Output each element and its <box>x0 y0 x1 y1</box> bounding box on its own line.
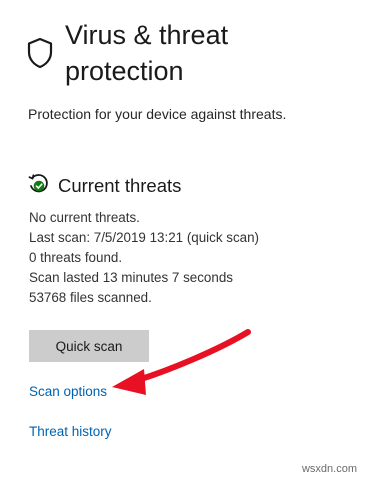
status-line-files-scanned: 53768 files scanned. <box>29 290 152 305</box>
status-line-scan-duration: Scan lasted 13 minutes 7 seconds <box>29 270 233 285</box>
status-line-last-scan: Last scan: 7/5/2019 13:21 (quick scan) <box>29 230 260 245</box>
status-line-threats-found: 0 threats found. <box>29 250 123 265</box>
page-subtitle: Protection for your device against threa… <box>28 106 287 122</box>
red-arrow-annotation <box>112 329 251 395</box>
threat-history-link[interactable]: Threat history <box>29 423 112 441</box>
scan-status: No current threats. Last scan: 7/5/2019 … <box>29 208 259 308</box>
watermark: wsxdn.com <box>301 463 357 475</box>
current-threats-heading: Current threats <box>58 175 182 196</box>
clock-check-icon <box>28 174 48 193</box>
shield-icon <box>27 37 53 69</box>
virus-threat-protection-page: Virus & threat protection Protection for… <box>0 0 365 481</box>
status-line-no-threats: No current threats. <box>29 210 140 225</box>
page-title: Virus & threat protection <box>65 20 229 86</box>
scan-options-link[interactable]: Scan options <box>29 383 107 401</box>
